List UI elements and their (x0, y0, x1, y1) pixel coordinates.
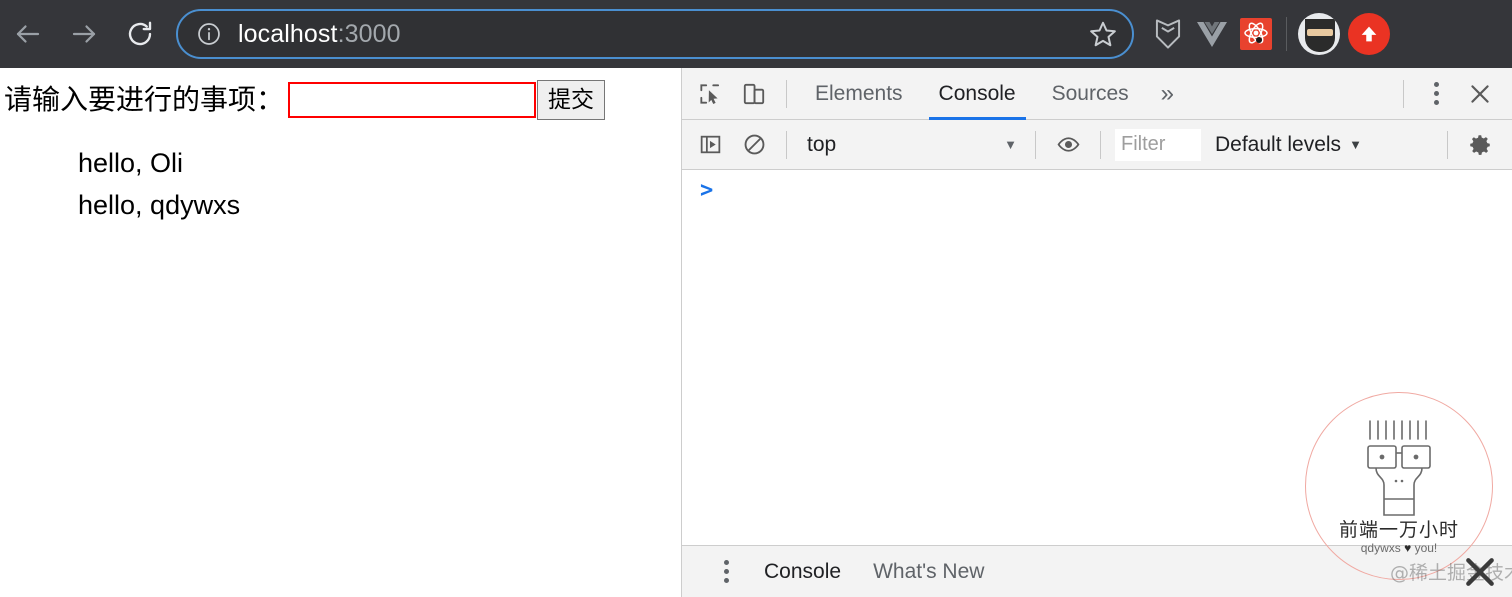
drawer-tab-whats-new[interactable]: What's New (857, 546, 1000, 597)
browser-window: localhost:3000 (0, 0, 1512, 597)
inspect-cursor-icon (697, 81, 723, 107)
tabbar-divider-right (1403, 80, 1404, 108)
devtools-tabbar: Elements Console Sources » (682, 68, 1512, 120)
console-context-selector[interactable]: top ▼ (797, 128, 1025, 162)
address-bar[interactable]: localhost:3000 (176, 9, 1134, 59)
no-entry-icon (742, 132, 767, 157)
sidebar-icon (698, 132, 723, 157)
tab-elements[interactable]: Elements (797, 68, 921, 120)
page-viewport: 请输入要进行的事项： 提交 hello, Oli hello, qdywxs (0, 68, 681, 597)
console-toolbar-divider-2 (1035, 131, 1036, 159)
vuejs-devtools-icon[interactable] (1190, 0, 1234, 68)
toolbar-divider (1286, 17, 1287, 51)
console-levels-selector[interactable]: Default levels ▼ (1201, 133, 1376, 157)
toggle-device-toolbar-button[interactable] (732, 72, 776, 116)
drawer-tab-console[interactable]: Console (748, 546, 857, 597)
eye-icon (1056, 132, 1081, 157)
inspect-element-button[interactable] (688, 72, 732, 116)
kebab-icon (724, 560, 729, 583)
back-arrow-icon (13, 19, 43, 49)
extension-icons (1146, 0, 1278, 68)
console-toolbar: top ▼ Filter Default levels ▼ (682, 120, 1512, 170)
react-devtools-icon[interactable] (1234, 0, 1278, 68)
console-levels-value: Default levels (1215, 133, 1341, 157)
update-button[interactable] (1343, 0, 1395, 68)
device-toolbar-icon (741, 81, 767, 107)
avatar (1298, 13, 1340, 55)
todo-form: 请输入要进行的事项： 提交 (0, 68, 681, 120)
console-prompt-caret-icon: > (700, 180, 713, 202)
devtools-panel: Elements Console Sources » (681, 68, 1512, 597)
tabbar-divider (786, 80, 787, 108)
console-prompt-row[interactable]: > (682, 170, 1512, 202)
kebab-icon (1434, 82, 1439, 105)
forward-arrow-icon (69, 19, 99, 49)
close-icon (1467, 81, 1493, 107)
url-port: :3000 (338, 20, 401, 48)
clear-console-button[interactable] (732, 123, 776, 167)
more-tabs-button[interactable]: » (1147, 68, 1188, 120)
console-sidebar-toggle-button[interactable] (688, 123, 732, 167)
console-output-area[interactable]: > (682, 170, 1512, 545)
todo-input-label: 请输入要进行的事项： (4, 86, 284, 114)
reload-button[interactable] (112, 0, 168, 68)
drawer-menu-button[interactable] (704, 550, 748, 594)
console-filter-placeholder: Filter (1121, 133, 1165, 156)
reload-icon (125, 19, 155, 49)
live-expression-button[interactable] (1046, 123, 1090, 167)
tab-sources[interactable]: Sources (1034, 68, 1147, 120)
todo-input[interactable] (288, 82, 536, 118)
chevron-down-icon: ▼ (1349, 137, 1362, 152)
console-toolbar-divider-3 (1100, 131, 1101, 159)
console-context-value: top (807, 133, 836, 157)
console-settings-button[interactable] (1458, 123, 1502, 167)
tab-console[interactable]: Console (921, 68, 1034, 120)
info-icon[interactable] (196, 21, 222, 47)
devtools-drawer: Console What's New (682, 545, 1512, 597)
momentum-extension-icon[interactable] (1146, 0, 1190, 68)
submit-button[interactable]: 提交 (537, 80, 605, 120)
address-bar-text: localhost:3000 (238, 20, 401, 49)
todo-list: hello, Oli hello, qdywxs (0, 142, 681, 226)
close-devtools-button[interactable] (1458, 72, 1502, 116)
back-button[interactable] (0, 0, 56, 68)
list-item: hello, qdywxs (78, 184, 681, 226)
bookmark-star-icon[interactable] (1088, 19, 1118, 49)
gear-icon (1467, 132, 1493, 158)
profile-button[interactable] (1295, 0, 1343, 68)
forward-button[interactable] (56, 0, 112, 68)
url-host: localhost (238, 20, 338, 48)
console-toolbar-divider-1 (786, 131, 787, 159)
chevron-down-icon: ▼ (1004, 137, 1017, 152)
console-toolbar-divider-4 (1447, 131, 1448, 159)
arrow-up-icon (1358, 23, 1380, 45)
update-badge (1348, 13, 1390, 55)
devtools-menu-button[interactable] (1414, 72, 1458, 116)
console-filter-input[interactable]: Filter (1115, 129, 1201, 161)
browser-toolbar: localhost:3000 (0, 0, 1512, 68)
list-item: hello, Oli (78, 142, 681, 184)
